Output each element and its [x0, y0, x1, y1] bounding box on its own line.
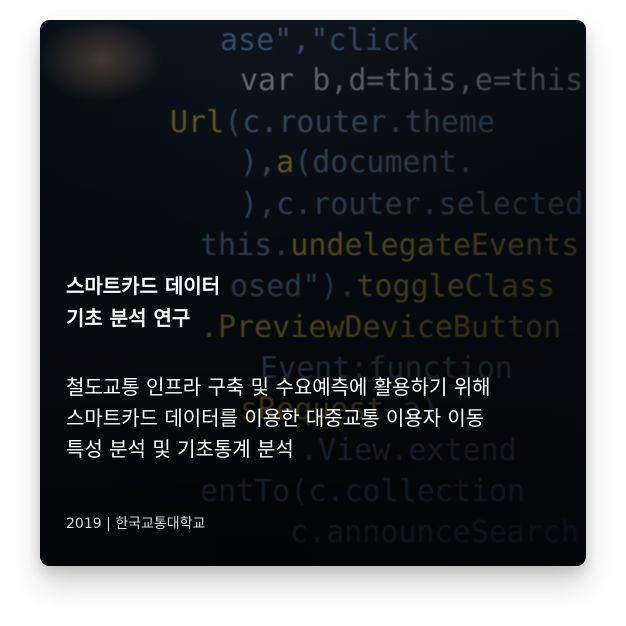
card-title: 스마트카드 데이터 기초 분석 연구: [66, 270, 560, 334]
project-card[interactable]: ase","click var b,d=this,e=this Url(c.ro…: [40, 20, 586, 566]
card-title-line1: 스마트카드 데이터: [66, 274, 221, 298]
card-description-line2: 스마트카드 데이터를 이용한 대중교통 이용자 이동: [66, 406, 485, 430]
card-description-line3: 특성 분석 및 기초통계 분석: [66, 437, 294, 461]
card-description: 철도교통 인프라 구축 및 수요예측에 활용하기 위해 스마트카드 데이터를 이…: [66, 372, 560, 465]
card-meta: 2019 | 한국교통대학교: [66, 516, 206, 532]
card-content: 스마트카드 데이터 기초 분석 연구 철도교통 인프라 구축 및 수요예측에 활…: [66, 270, 560, 465]
card-title-line2: 기초 분석 연구: [66, 306, 191, 330]
card-description-line1: 철도교통 인프라 구축 및 수요예측에 활용하기 위해: [66, 375, 491, 399]
page: ase","click var b,d=this,e=this Url(c.ro…: [0, 0, 626, 626]
